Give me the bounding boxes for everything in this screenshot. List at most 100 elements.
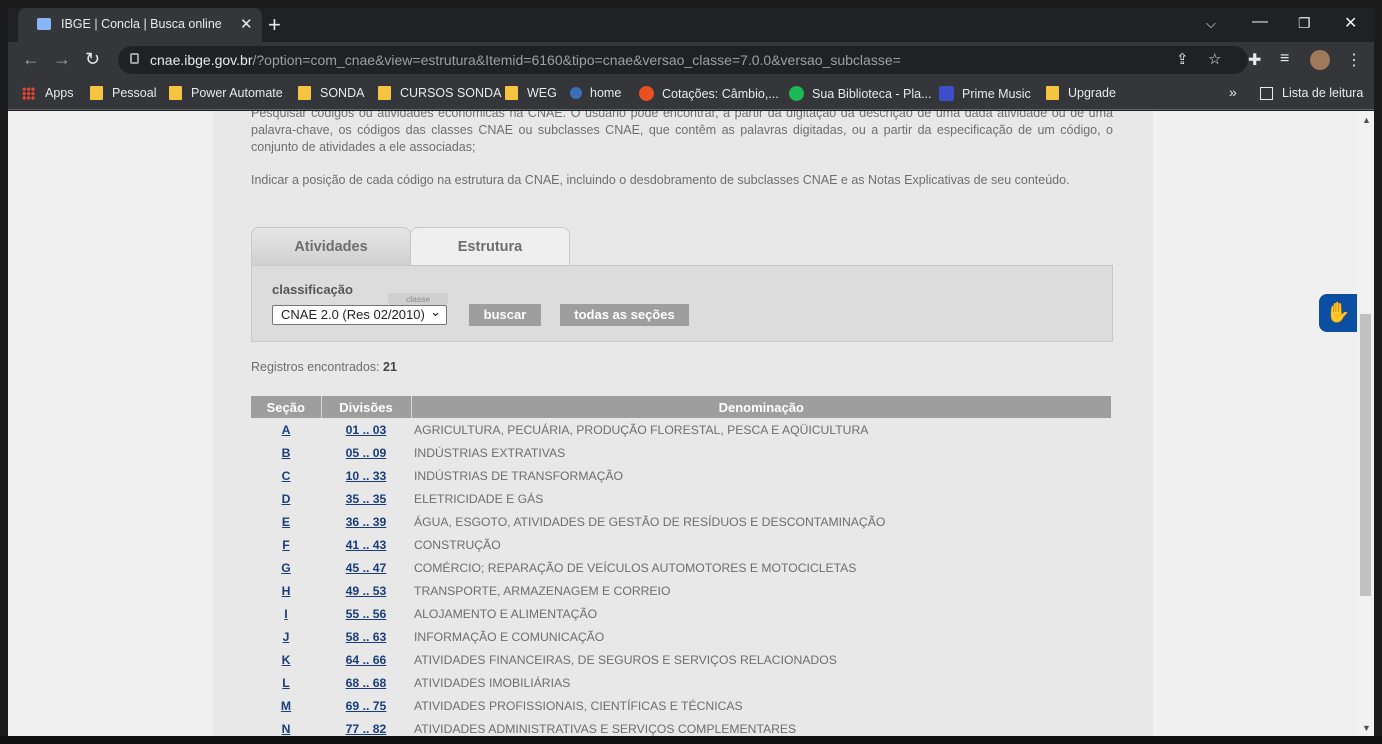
divisoes-link[interactable]: 64 .. 66 (321, 648, 411, 671)
ibge-favicon-icon (37, 18, 51, 30)
close-window-icon[interactable]: ✕ (1344, 13, 1357, 33)
secao-link[interactable]: N (251, 717, 321, 736)
table-header-row: Seção Divisões Denominação (251, 396, 1111, 418)
scroll-down-icon[interactable]: ▼ (1362, 723, 1371, 733)
scrollbar-thumb[interactable] (1360, 314, 1371, 596)
divisoes-link[interactable]: 68 .. 68 (321, 671, 411, 694)
tab-strip: IBGE | Concla | Busca online ✕ + ⌵ — ❐ ✕ (8, 8, 1374, 42)
reading-list[interactable]: Lista de leitura (1260, 86, 1363, 100)
table-row: J 58 .. 63 INFORMAÇÃO E COMUNICAÇÃO (251, 625, 1111, 648)
home-favicon-icon (570, 87, 582, 99)
bookmark-sonda[interactable]: SONDA (298, 86, 364, 100)
table-row: F 41 .. 43 CONSTRUÇÃO (251, 533, 1111, 556)
vlibras-hands-icon[interactable]: ✋ (1319, 294, 1357, 332)
secao-link[interactable]: L (251, 671, 321, 694)
header-divisoes: Divisões (321, 396, 412, 418)
arrow-right-icon[interactable]: → (53, 49, 71, 70)
bookmark-cotacoes[interactable]: Cotações: Câmbio,... (639, 86, 779, 101)
apps-grid-icon (22, 86, 35, 100)
bookmark-pessoal[interactable]: Pessoal (90, 86, 156, 100)
divisoes-link[interactable]: 36 .. 39 (321, 510, 411, 533)
bookmark-home[interactable]: home (570, 86, 621, 100)
bookmarks-overflow-icon[interactable]: » (1229, 84, 1237, 100)
secao-link[interactable]: B (251, 441, 321, 464)
bookmark-weg[interactable]: WEG (505, 86, 557, 100)
minimize-icon[interactable]: — (1252, 13, 1268, 31)
tab-close-icon[interactable]: ✕ (240, 15, 253, 33)
todas-secoes-button[interactable]: todas as seções (560, 304, 689, 326)
folder-icon (169, 86, 182, 100)
table-row: L 68 .. 68 ATIVIDADES IMOBILIÁRIAS (251, 671, 1111, 694)
divisoes-link[interactable]: 01 .. 03 (321, 418, 411, 441)
secao-link[interactable]: A (251, 418, 321, 441)
secao-link[interactable]: E (251, 510, 321, 533)
buscar-button[interactable]: buscar (469, 304, 541, 326)
secao-link[interactable]: G (251, 556, 321, 579)
classificacao-select[interactable]: CNAE 2.0 (Res 02/2010) (272, 304, 447, 325)
table-row: I 55 .. 56 ALOJAMENTO E ALIMENTAÇÃO (251, 602, 1111, 625)
vertical-scrollbar[interactable]: ▲ ▼ (1358, 111, 1374, 736)
bookmark-power-automate[interactable]: Power Automate (169, 86, 283, 100)
tab-title: IBGE | Concla | Busca online (61, 17, 222, 31)
tab-search-icon[interactable]: ⌵ (1206, 16, 1216, 32)
secoes-table: Seção Divisões Denominação A 01 .. 03 AGRI… (251, 396, 1111, 736)
bookmark-prime-music[interactable]: Prime Music (939, 86, 1031, 101)
divisoes-link[interactable]: 55 .. 56 (321, 602, 411, 625)
restore-icon[interactable]: ❐ (1298, 15, 1311, 32)
toolbar: ← → ↻ cnae.ibge.gov.br/?option=com_cnae&… (8, 42, 1374, 78)
media-queue-icon[interactable]: ≡ (1280, 50, 1289, 68)
reload-icon[interactable]: ↻ (85, 49, 100, 70)
secao-link[interactable]: K (251, 648, 321, 671)
table-row: D 35 .. 35 ELETRICIDADE E GÁS (251, 487, 1111, 510)
secao-link[interactable]: J (251, 625, 321, 648)
secao-link[interactable]: I (251, 602, 321, 625)
denominacao: ALOJAMENTO E ALIMENTAÇÃO (414, 606, 598, 621)
folder-icon (90, 86, 103, 100)
tab-estrutura[interactable]: Estrutura (410, 227, 570, 267)
tab-atividades[interactable]: Atividades (251, 227, 411, 266)
address-bar[interactable]: cnae.ibge.gov.br/?option=com_cnae&view=e… (118, 46, 1248, 74)
table-row: A 01 .. 03 AGRICULTURA, PECUÁRIA, PRODUÇÃO… (251, 418, 1111, 441)
share-icon[interactable]: ⇪ (1176, 50, 1189, 68)
divisoes-link[interactable]: 69 .. 75 (321, 694, 411, 717)
page-content: Pesquisar códigos ou atividades econômic… (213, 111, 1153, 736)
new-tab-button[interactable]: + (268, 12, 281, 38)
divisoes-link[interactable]: 45 .. 47 (321, 556, 411, 579)
browser-tab[interactable]: IBGE | Concla | Busca online ✕ (18, 8, 262, 42)
bookmark-cursos-sonda[interactable]: CURSOS SONDA (378, 86, 501, 100)
header-denominacao: Denominação (411, 396, 1111, 418)
divisoes-link[interactable]: 77 .. 82 (321, 717, 411, 736)
secao-link[interactable]: F (251, 533, 321, 556)
arrow-left-icon[interactable]: ← (22, 49, 40, 70)
table-row: G 45 .. 47 COMÉRCIO; REPARAÇÃO DE VEÍCULOS… (251, 556, 1111, 579)
denominacao: COMÉRCIO; REPARAÇÃO DE VEÍCULOS AUTOMOTO… (414, 560, 857, 575)
table-row: H 49 .. 53 TRANSPORTE, ARMAZENAGEM E CORRE… (251, 579, 1111, 602)
divisoes-link[interactable]: 41 .. 43 (321, 533, 411, 556)
intro-text: Pesquisar códigos ou atividades econômic… (251, 111, 1113, 154)
star-icon[interactable]: ☆ (1208, 50, 1221, 68)
denominacao: INDÚSTRIAS EXTRATIVAS (414, 445, 566, 460)
divisoes-link[interactable]: 05 .. 09 (321, 441, 411, 464)
secao-link[interactable]: H (251, 579, 321, 602)
puzzle-icon[interactable]: ✚ (1248, 50, 1261, 70)
reading-list-icon (1260, 86, 1273, 100)
url-text[interactable]: cnae.ibge.gov.br/?option=com_cnae&view=e… (150, 52, 901, 68)
secao-link[interactable]: D (251, 487, 321, 510)
divisoes-link[interactable]: 49 .. 53 (321, 579, 411, 602)
bookmark-spotify[interactable]: Sua Biblioteca - Pla... (789, 86, 932, 101)
bookmark-apps[interactable]: Apps (22, 86, 74, 100)
prime-music-icon (939, 86, 954, 101)
classificacao-label: classificação (272, 282, 353, 297)
table-row: K 64 .. 66 ATIVIDADES FINANCEIRAS, DE SEGU… (251, 648, 1111, 671)
secao-link[interactable]: M (251, 694, 321, 717)
bookmark-upgrade[interactable]: Upgrade (1046, 86, 1116, 100)
kebab-menu-icon[interactable]: ⋮ (1346, 50, 1362, 70)
scroll-up-icon[interactable]: ▲ (1362, 115, 1371, 125)
secao-link[interactable]: C (251, 464, 321, 487)
intro-text-2: Indicar a posição de cada código na estr… (251, 173, 1070, 187)
spotify-icon (789, 86, 804, 101)
divisoes-link[interactable]: 58 .. 63 (321, 625, 411, 648)
divisoes-link[interactable]: 10 .. 33 (321, 464, 411, 487)
profile-avatar[interactable] (1310, 50, 1330, 70)
divisoes-link[interactable]: 35 .. 35 (321, 487, 411, 510)
